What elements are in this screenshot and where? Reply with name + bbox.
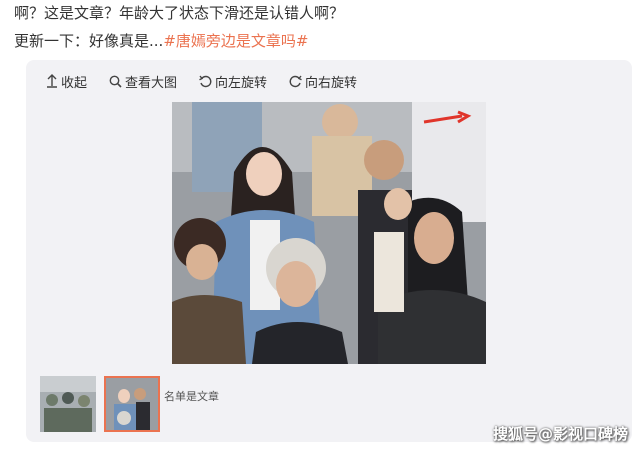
post-text-line-1: 啊？这是文章？年龄大了状态下滑还是认错人啊？ [14,4,345,22]
thumbnail-2-image [106,378,158,430]
rotate-left-label: 向左旋转 [215,75,268,91]
hashtag-link[interactable]: #唐嫣旁边是文章吗# [163,32,308,50]
crowd-photo-illustration [172,102,486,364]
view-large-label: 查看大图 [125,75,178,91]
thumbnail-caption: 名单是文章 [164,390,219,403]
rotate-left-button[interactable]: 向左旋转 [199,72,268,91]
image-toolbar: 收起 查看大图 向左旋转 向右旋转 [46,72,358,91]
thumbnail-2-selected[interactable] [104,376,160,432]
update-prefix: 更新一下：好像真是... [14,32,164,50]
view-large-button[interactable]: 查看大图 [109,72,178,91]
thumbnail-1-image [40,376,96,432]
rotate-right-icon [289,75,302,88]
rotate-right-button[interactable]: 向右旋转 [289,72,358,91]
post-text-line-2: 更新一下：好像真是...#唐嫣旁边是文章吗# [14,31,308,51]
collapse-up-icon [46,74,58,88]
collapse-button[interactable]: 收起 [46,72,88,91]
thumbnail-1[interactable] [40,376,96,432]
watermark-text: 搜狐号@影视口碑榜 [492,425,628,443]
collapse-label: 收起 [61,75,88,91]
rotate-left-icon [199,75,212,88]
image-viewer-card: 收起 查看大图 向左旋转 向右旋转 名单是文章 [26,60,632,442]
main-photo[interactable] [172,102,486,364]
rotate-right-label: 向右旋转 [305,75,358,91]
search-icon [109,75,122,88]
